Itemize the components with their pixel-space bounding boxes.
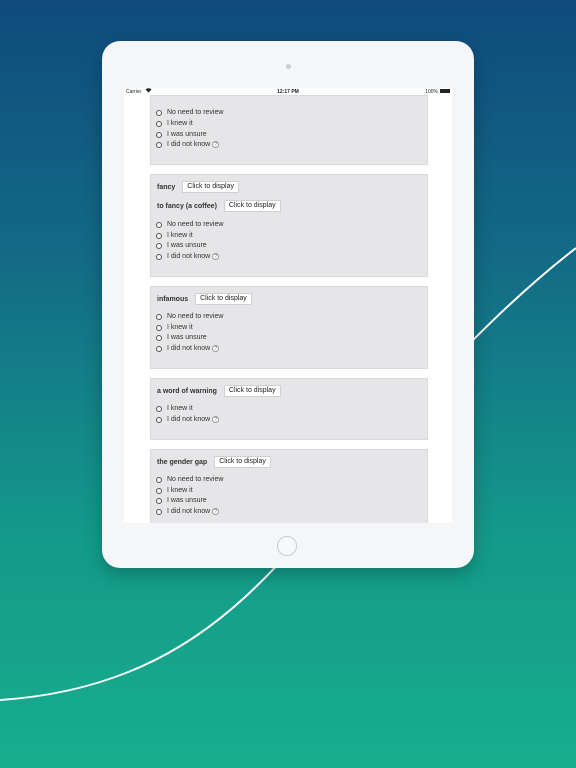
click-to-display-button[interactable]: Click to display [182, 181, 239, 193]
radio-button[interactable] [156, 253, 162, 260]
option-i-was-unsure[interactable]: I was unsure [156, 334, 207, 341]
camera-dot [286, 64, 291, 69]
radio-button[interactable] [156, 405, 162, 412]
option-label: I knew it [167, 487, 193, 494]
option-i-did-not-know[interactable]: I did not know ? [156, 345, 220, 352]
help-icon[interactable]: ? [212, 416, 220, 423]
option-label: I was unsure [167, 131, 207, 138]
help-icon[interactable]: ? [212, 253, 220, 260]
word-card: a word of warning Click to display I kne… [150, 378, 428, 440]
word-card: the gender gap Click to display No need … [150, 449, 428, 523]
radio-button[interactable] [156, 487, 162, 494]
option-label: I did not know [167, 345, 211, 352]
option-label: I did not know [167, 416, 211, 423]
option-i-knew-it[interactable]: I knew it [156, 487, 193, 494]
radio-button[interactable] [156, 508, 162, 515]
tablet-frame: Carrier 12:17 PM 100% No need to review … [102, 41, 474, 568]
radio-button[interactable] [156, 141, 162, 148]
word-card: infamous Click to display No need to rev… [150, 286, 428, 369]
click-to-display-button[interactable]: Click to display [214, 456, 271, 468]
word-label: a word of warning [157, 387, 217, 395]
option-label: I was unsure [167, 497, 207, 504]
radio-button[interactable] [156, 324, 162, 331]
word-label: infamous [157, 295, 189, 303]
home-button[interactable] [277, 536, 297, 556]
word-row: fancy Click to display [157, 181, 239, 193]
option-i-knew-it[interactable]: I knew it [156, 405, 193, 412]
radio-button[interactable] [156, 416, 162, 423]
option-i-knew-it[interactable]: I knew it [156, 232, 193, 239]
option-no-need-to-review[interactable]: No need to review [156, 476, 223, 483]
word-row: to fancy (a coffee) Click to display [157, 200, 281, 212]
word-label: to fancy (a coffee) [157, 202, 217, 210]
option-i-did-not-know[interactable]: I did not know ? [156, 141, 220, 148]
option-i-was-unsure[interactable]: I was unsure [156, 131, 207, 138]
option-label: No need to review [167, 221, 224, 228]
option-no-need-to-review[interactable]: No need to review [156, 221, 223, 228]
option-label: No need to review [167, 109, 224, 116]
option-label: I was unsure [167, 242, 207, 249]
word-card: No need to review I knew it I was unsure… [150, 95, 428, 165]
radio-button[interactable] [156, 109, 162, 116]
option-i-was-unsure[interactable]: I was unsure [156, 497, 207, 504]
word-row: infamous Click to display [157, 293, 252, 305]
radio-button[interactable] [156, 242, 162, 249]
option-label: I knew it [167, 324, 193, 331]
option-label: I knew it [167, 232, 193, 239]
help-icon[interactable]: ? [212, 345, 220, 352]
option-label: I did not know [167, 141, 211, 148]
radio-button[interactable] [156, 476, 162, 483]
radio-button[interactable] [156, 313, 162, 320]
click-to-display-button[interactable]: Click to display [195, 293, 252, 305]
radio-button[interactable] [156, 345, 162, 352]
option-label: I was unsure [167, 334, 207, 341]
option-label: I did not know [167, 253, 211, 260]
option-no-need-to-review[interactable]: No need to review [156, 109, 223, 116]
radio-button[interactable] [156, 232, 162, 239]
option-i-did-not-know[interactable]: I did not know ? [156, 508, 220, 515]
radio-button[interactable] [156, 131, 162, 138]
option-i-was-unsure[interactable]: I was unsure [156, 242, 207, 249]
radio-button[interactable] [156, 497, 162, 504]
word-label: the gender gap [157, 458, 208, 466]
option-label: No need to review [167, 476, 224, 483]
click-to-display-button[interactable]: Click to display [223, 385, 281, 397]
option-i-did-not-know[interactable]: I did not know ? [156, 253, 220, 260]
word-row: a word of warning Click to display [157, 385, 281, 397]
word-label: fancy [157, 183, 176, 191]
option-label: I knew it [167, 120, 193, 127]
help-icon[interactable]: ? [212, 141, 220, 148]
radio-button[interactable] [156, 120, 162, 127]
option-label: I did not know [167, 508, 211, 515]
option-no-need-to-review[interactable]: No need to review [156, 313, 223, 320]
radio-button[interactable] [156, 221, 162, 228]
word-row: the gender gap Click to display [157, 456, 271, 468]
word-card: fancy Click to display to fancy (a coffe… [150, 174, 428, 277]
option-i-knew-it[interactable]: I knew it [156, 324, 193, 331]
option-i-did-not-know[interactable]: I did not know ? [156, 416, 220, 423]
option-i-knew-it[interactable]: I knew it [156, 120, 193, 127]
app-screen: Carrier 12:17 PM 100% No need to review … [124, 88, 452, 523]
battery-icon [440, 89, 450, 93]
option-label: I knew it [167, 405, 193, 412]
help-icon[interactable]: ? [212, 508, 220, 515]
radio-button[interactable] [156, 334, 162, 341]
option-label: No need to review [167, 313, 224, 320]
click-to-display-button[interactable]: Click to display [223, 200, 281, 212]
